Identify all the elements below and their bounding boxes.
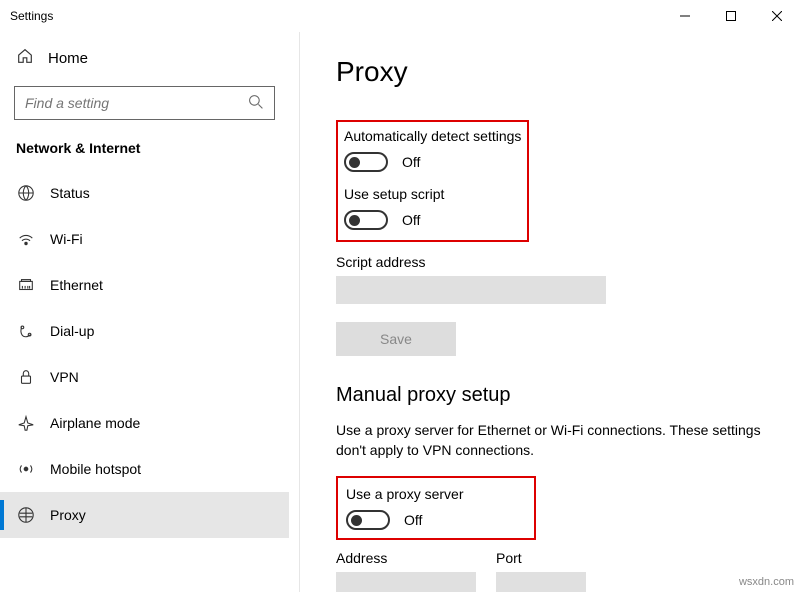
use-proxy-toggle[interactable]: [346, 510, 390, 530]
page-title: Proxy: [336, 56, 764, 88]
auto-detect-toggle[interactable]: [344, 152, 388, 172]
home-icon: [16, 47, 34, 69]
save-button[interactable]: Save: [336, 322, 456, 356]
auto-setup-highlight: Automatically detect settings Off Use se…: [336, 120, 529, 242]
search-box[interactable]: [14, 86, 275, 120]
search-icon: [248, 94, 264, 113]
home-button[interactable]: Home: [0, 36, 289, 80]
sidebar-item-proxy[interactable]: Proxy: [0, 492, 289, 538]
watermark: wsxdn.com: [739, 576, 794, 588]
use-proxy-highlight: Use a proxy server Off: [336, 476, 536, 540]
sidebar-item-dialup[interactable]: Dial-up: [0, 308, 289, 354]
sidebar-item-label: Airplane mode: [50, 415, 140, 431]
sidebar-item-airplane[interactable]: Airplane mode: [0, 400, 289, 446]
port-input[interactable]: [496, 572, 586, 592]
sidebar-item-vpn[interactable]: VPN: [0, 354, 289, 400]
ethernet-icon: [16, 275, 36, 295]
sidebar: Home Network & Internet Status Wi-Fi Eth…: [0, 32, 300, 592]
proxy-icon: [16, 505, 36, 525]
category-heading: Network & Internet: [0, 132, 289, 170]
globe-icon: [16, 183, 36, 203]
titlebar: Settings: [0, 0, 800, 32]
use-script-label: Use setup script: [344, 186, 521, 202]
sidebar-item-status[interactable]: Status: [0, 170, 289, 216]
manual-section-title: Manual proxy setup: [336, 384, 764, 407]
hotspot-icon: [16, 459, 36, 479]
airplane-icon: [16, 413, 36, 433]
window-title: Settings: [10, 9, 53, 23]
dialup-icon: [16, 321, 36, 341]
sidebar-item-label: Ethernet: [50, 277, 103, 293]
window-controls: [662, 0, 800, 32]
use-proxy-label: Use a proxy server: [346, 486, 526, 502]
vpn-icon: [16, 367, 36, 387]
sidebar-item-wifi[interactable]: Wi-Fi: [0, 216, 289, 262]
close-button[interactable]: [754, 0, 800, 32]
home-label: Home: [48, 50, 88, 67]
sidebar-item-ethernet[interactable]: Ethernet: [0, 262, 289, 308]
sidebar-item-label: Proxy: [50, 507, 86, 523]
address-label: Address: [336, 550, 476, 566]
maximize-button[interactable]: [708, 0, 754, 32]
nav-list: Status Wi-Fi Ethernet Dial-up VPN Airpla…: [0, 170, 289, 538]
content-area: Proxy Automatically detect settings Off …: [300, 32, 800, 592]
sidebar-item-label: Status: [50, 185, 90, 201]
auto-detect-label: Automatically detect settings: [344, 128, 521, 144]
wifi-icon: [16, 229, 36, 249]
address-input[interactable]: [336, 572, 476, 592]
sidebar-item-label: Dial-up: [50, 323, 94, 339]
script-address-input[interactable]: [336, 276, 606, 304]
manual-section-desc: Use a proxy server for Ethernet or Wi-Fi…: [336, 421, 764, 460]
search-input[interactable]: [25, 95, 248, 111]
sidebar-item-label: Wi-Fi: [50, 231, 83, 247]
minimize-button[interactable]: [662, 0, 708, 32]
sidebar-item-label: Mobile hotspot: [50, 461, 141, 477]
sidebar-item-hotspot[interactable]: Mobile hotspot: [0, 446, 289, 492]
port-label: Port: [496, 550, 586, 566]
sidebar-item-label: VPN: [50, 369, 79, 385]
use-proxy-state: Off: [404, 512, 422, 528]
use-script-state: Off: [402, 212, 420, 228]
use-script-toggle[interactable]: [344, 210, 388, 230]
script-address-label: Script address: [336, 254, 764, 270]
auto-detect-state: Off: [402, 154, 420, 170]
